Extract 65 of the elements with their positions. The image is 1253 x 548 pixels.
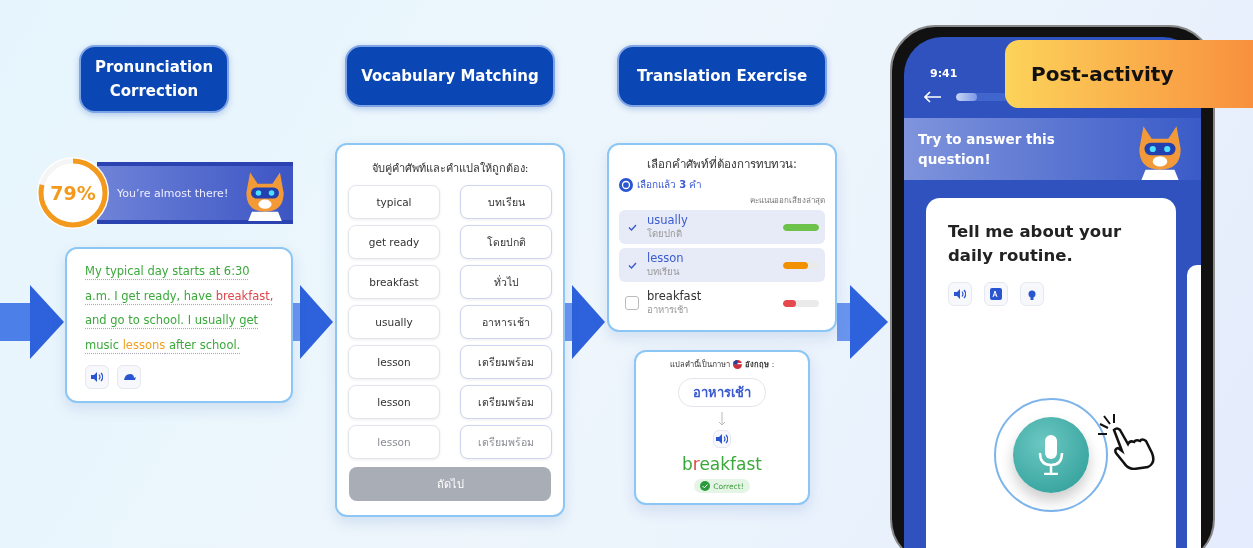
answer-text: breakfast bbox=[681, 454, 763, 474]
word-tile[interactable]: lesson bbox=[348, 385, 440, 419]
tapping-hand-icon bbox=[1098, 414, 1156, 470]
translation-tile[interactable]: โดยปกติ bbox=[460, 225, 552, 259]
word-tile[interactable]: lesson bbox=[348, 345, 440, 379]
score-bar bbox=[783, 261, 819, 269]
slow-button[interactable] bbox=[117, 365, 141, 389]
speaker-icon bbox=[954, 289, 966, 299]
feedback-message: You’re almost there! bbox=[117, 186, 229, 200]
speaker-button[interactable] bbox=[85, 365, 109, 389]
source-word: อาหารเช้า bbox=[678, 378, 766, 407]
translation-text: โดยปกติ bbox=[647, 227, 683, 240]
translation-tile[interactable]: บทเรียน bbox=[460, 185, 552, 219]
score-bar bbox=[783, 299, 819, 307]
down-arrow-icon bbox=[718, 412, 726, 426]
speaker-icon bbox=[716, 434, 728, 444]
target-icon bbox=[619, 177, 633, 192]
score-header: คะแนนออกเสียงล่าสุด bbox=[749, 195, 825, 207]
flag-icon bbox=[732, 359, 742, 369]
translation-tile[interactable]: อาหารเช้า bbox=[460, 305, 552, 339]
speaker-button[interactable] bbox=[948, 282, 972, 306]
score-text: 79% bbox=[50, 182, 96, 204]
checkbox[interactable] bbox=[625, 296, 639, 310]
word-text: breakfast bbox=[647, 290, 703, 303]
hint-button[interactable] bbox=[1020, 282, 1044, 306]
word-text: usually bbox=[647, 214, 689, 227]
speaker-icon bbox=[91, 372, 103, 382]
status-time: 9:41 bbox=[930, 67, 958, 80]
selected-count: เลือกแล้ว 3 คำ bbox=[637, 178, 703, 192]
translation-text: บทเรียน bbox=[647, 265, 681, 278]
word-tile[interactable]: lesson bbox=[348, 425, 440, 459]
question-text: Tell me about your daily routine. bbox=[948, 221, 1123, 267]
passage-text: My typical day starts at 6:30 a.m. I get ready, have breakfast, and go to school. I usually get music lessons after school. bbox=[85, 263, 275, 354]
translation-tile[interactable]: เตรียมพร้อม bbox=[460, 425, 552, 459]
step-heading: Translation Exercise bbox=[617, 45, 827, 107]
checkmark-icon bbox=[627, 223, 637, 231]
check-circle-icon bbox=[700, 481, 711, 491]
word-tile[interactable]: typical bbox=[348, 185, 440, 219]
translation-tile[interactable]: เตรียมพร้อม bbox=[460, 385, 552, 419]
word-row[interactable]: breakfast อาหารเช้า bbox=[619, 286, 825, 320]
turtle-icon bbox=[122, 373, 136, 381]
instruction-text: จับคู่คำศัพท์และคำแปลให้ถูกต้อง: bbox=[371, 161, 529, 177]
score-bar bbox=[783, 223, 819, 231]
translate-icon bbox=[990, 288, 1002, 300]
microphone-icon bbox=[1038, 434, 1064, 475]
banner-text: Try to answer this question! bbox=[918, 130, 1056, 169]
step-heading: Vocabulary Matching bbox=[345, 45, 555, 107]
translate-button[interactable] bbox=[984, 282, 1008, 306]
microphone-button[interactable] bbox=[1013, 416, 1089, 493]
word-tile[interactable]: usually bbox=[348, 305, 440, 339]
translation-tile[interactable]: เตรียมพร้อม bbox=[460, 345, 552, 379]
step-heading: Pronunciation Correction bbox=[79, 45, 229, 113]
checkmark-icon bbox=[627, 261, 637, 269]
translation-text: อาหารเช้า bbox=[647, 303, 689, 316]
word-row[interactable]: usually โดยปกติ bbox=[619, 210, 825, 244]
prompt-text: เลือกคำศัพท์ที่ต้องการทบทวน: bbox=[646, 155, 798, 173]
speaker-button[interactable] bbox=[713, 430, 731, 448]
word-tile[interactable]: breakfast bbox=[348, 265, 440, 299]
word-row[interactable]: lesson บทเรียน bbox=[619, 248, 825, 282]
word-tile[interactable]: get ready bbox=[348, 225, 440, 259]
post-activity-badge: Post-activity bbox=[1005, 40, 1253, 108]
translation-tile[interactable]: ทั่วไป bbox=[460, 265, 552, 299]
score-ring bbox=[37, 157, 109, 229]
word-text: lesson bbox=[647, 252, 685, 265]
back-arrow-icon[interactable] bbox=[924, 91, 942, 103]
